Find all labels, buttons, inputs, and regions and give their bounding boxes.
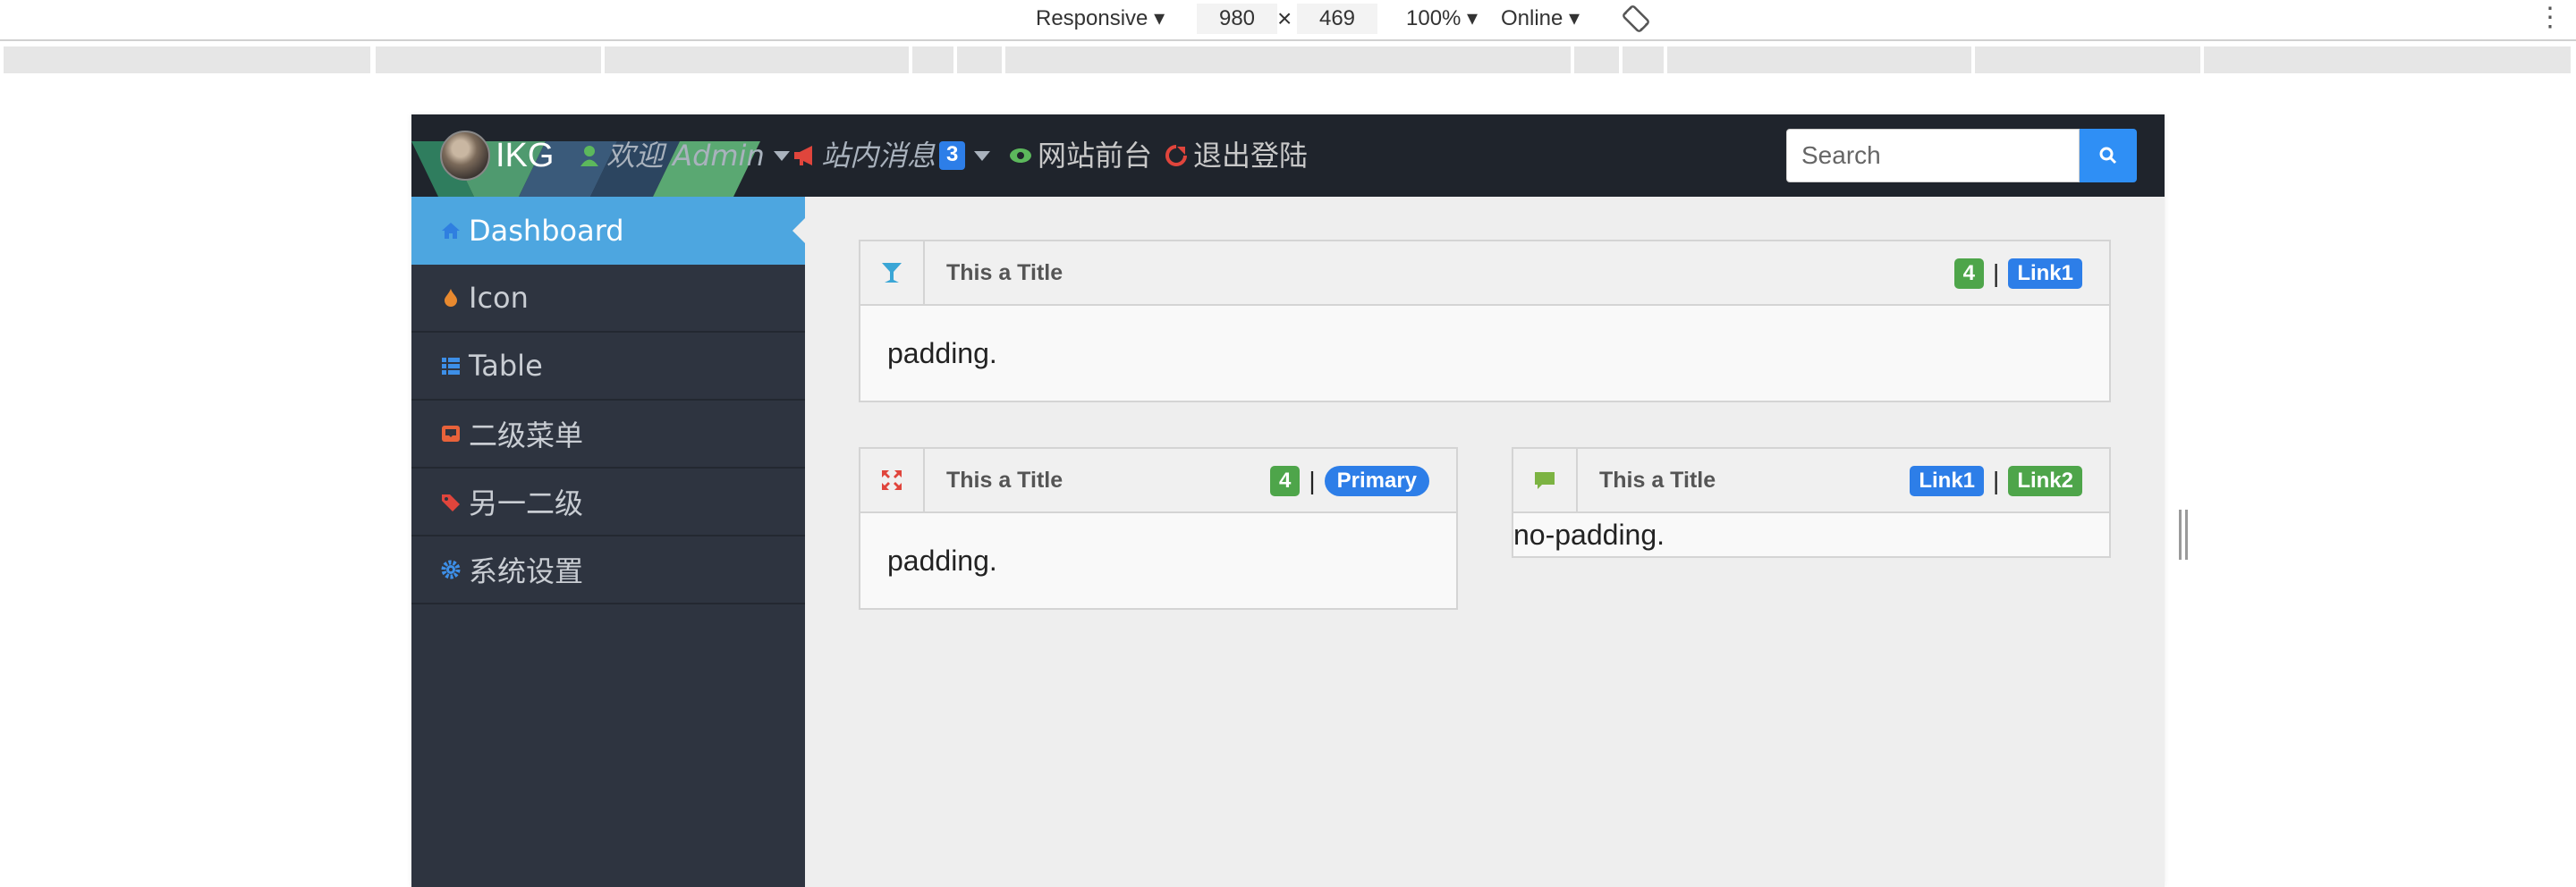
top-navbar: IKG 欢迎 Admin 站内消息 3 网站前台 退出登陆 — [411, 114, 2165, 197]
site-front-label: 网站前台 — [1038, 139, 1153, 173]
separator: | — [1993, 259, 2000, 287]
separator: | — [1309, 467, 1316, 494]
more-options-icon[interactable]: ⋮ — [2537, 0, 2563, 41]
sidebar-item-submenu[interactable]: 二级菜单 — [411, 401, 805, 469]
panel-tools: 4 | Link1 — [1953, 258, 2082, 289]
media-query-segment[interactable] — [4, 46, 370, 73]
media-query-segment[interactable] — [2204, 46, 2571, 73]
height-input[interactable]: 469 — [1297, 4, 1377, 34]
user-icon — [580, 146, 598, 166]
panel-header: This a Title 4 | Primary — [860, 449, 1456, 513]
resize-handle[interactable] — [2177, 510, 2190, 560]
emulated-viewport: IKG 欢迎 Admin 站内消息 3 网站前台 退出登陆 Search Das… — [411, 114, 2165, 887]
search-input[interactable] — [1786, 129, 2080, 182]
primary-badge[interactable]: Primary — [1324, 466, 1429, 496]
media-query-bar — [0, 46, 2576, 73]
media-query-segment[interactable] — [1623, 46, 1664, 73]
media-query-segment[interactable] — [376, 46, 601, 73]
chevron-down-icon — [773, 150, 790, 161]
panel-body: padding. — [887, 337, 997, 369]
panel-icon-box — [860, 241, 925, 304]
count-badge: 4 — [1953, 258, 1985, 289]
panel-widget: This a Title 4 | Primary padding. — [859, 447, 1458, 610]
sidebar-item-table[interactable]: Table — [411, 333, 805, 401]
messages-menu[interactable]: 站内消息 3 — [792, 134, 991, 177]
logout-icon — [1165, 145, 1187, 166]
inbox-icon — [442, 426, 460, 442]
fire-icon — [445, 289, 457, 307]
count-badge: 4 — [1269, 466, 1301, 496]
brand-name: IKG — [496, 136, 555, 174]
home-icon — [442, 223, 460, 239]
dimension-separator: × — [1277, 4, 1292, 32]
media-query-segment[interactable] — [1975, 46, 2200, 73]
sidebar-item-label: Dashboard — [469, 214, 624, 248]
search-icon — [2099, 147, 2117, 165]
panel-header: This a Title Link1 | Link2 — [1513, 449, 2109, 513]
media-query-segment[interactable] — [912, 46, 953, 73]
sidebar-item-label: 系统设置 — [469, 554, 584, 588]
panel-tools: 4 | Primary — [1269, 466, 1429, 496]
messages-label: 站内消息 — [821, 139, 936, 173]
user-menu[interactable]: 欢迎 Admin — [578, 134, 790, 177]
logout-link[interactable]: 退出登陆 — [1165, 134, 1308, 177]
bullhorn-icon — [794, 146, 812, 165]
filter-icon — [882, 263, 902, 283]
zoom-select[interactable]: 100% ▾ — [1406, 0, 1478, 41]
media-query-segment[interactable] — [1005, 46, 1571, 73]
brand[interactable]: IKG — [440, 127, 554, 184]
sidebar-item-another[interactable]: 另一二级 — [411, 469, 805, 536]
messages-count-badge: 3 — [939, 141, 966, 170]
rotate-icon[interactable] — [1621, 4, 1651, 34]
link1-badge[interactable]: Link1 — [1910, 466, 1985, 496]
panel-title: This a Title — [946, 468, 1063, 493]
avatar — [440, 131, 490, 181]
sidebar-item-label: 二级菜单 — [469, 418, 584, 452]
network-select[interactable]: Online ▾ — [1501, 0, 1580, 41]
search-form — [1786, 129, 2137, 182]
welcome-label: 欢迎 Admin — [606, 139, 765, 173]
panel-title: This a Title — [946, 260, 1063, 285]
media-query-segment[interactable] — [605, 46, 909, 73]
fullscreen-icon — [882, 470, 902, 490]
list-icon — [442, 358, 460, 375]
link2-badge[interactable]: Link2 — [2008, 466, 2082, 496]
tags-icon — [442, 494, 460, 511]
sidebar-item-settings[interactable]: 系统设置 — [411, 536, 805, 604]
panel-widget: This a Title 4 | Link1 padding. — [859, 240, 2111, 402]
panel-icon-box — [1513, 449, 1578, 511]
panel-tools: Link1 | Link2 — [1910, 466, 2082, 496]
media-query-segment[interactable] — [1574, 46, 1619, 73]
zoom-label: 100% — [1406, 6, 1462, 30]
panel-title: This a Title — [1599, 468, 1716, 493]
separator: | — [1993, 467, 2000, 494]
comment-icon — [1535, 472, 1555, 489]
sidebar-item-label: Icon — [469, 281, 529, 315]
panel-icon-box — [860, 449, 925, 511]
panel-body: no-padding. — [1513, 519, 1665, 551]
panel-header: This a Title 4 | Link1 — [860, 241, 2109, 306]
media-query-segment[interactable] — [957, 46, 1002, 73]
panel-body: padding. — [887, 545, 997, 577]
sidebar-item-label: 另一二级 — [469, 486, 584, 520]
search-button[interactable] — [2080, 129, 2137, 182]
width-input[interactable]: 980 — [1197, 4, 1277, 34]
logout-label: 退出登陆 — [1193, 139, 1309, 173]
sidebar-item-label: Table — [469, 349, 543, 383]
panel-widget: This a Title Link1 | Link2 no-padding. — [1512, 447, 2111, 558]
chevron-down-icon — [974, 150, 991, 161]
device-toolbar: Responsive ▾ 980 × 469 100% ▾ Online ▾ ⋮ — [0, 0, 2576, 41]
sidebar-item-icon[interactable]: Icon — [411, 265, 805, 333]
network-label: Online — [1501, 6, 1563, 30]
link1-badge[interactable]: Link1 — [2008, 258, 2082, 289]
sidebar-item-dashboard[interactable]: Dashboard — [411, 197, 805, 265]
media-query-segment[interactable] — [1667, 46, 1971, 73]
device-select[interactable]: Responsive ▾ — [1036, 0, 1165, 41]
device-label: Responsive — [1036, 6, 1148, 30]
eye-icon — [1010, 148, 1031, 163]
site-front-link[interactable]: 网站前台 — [1009, 134, 1152, 177]
sidebar: Dashboard Icon Table 二级菜单 另一二级 系统设置 — [411, 197, 805, 887]
gear-icon — [441, 560, 461, 579]
